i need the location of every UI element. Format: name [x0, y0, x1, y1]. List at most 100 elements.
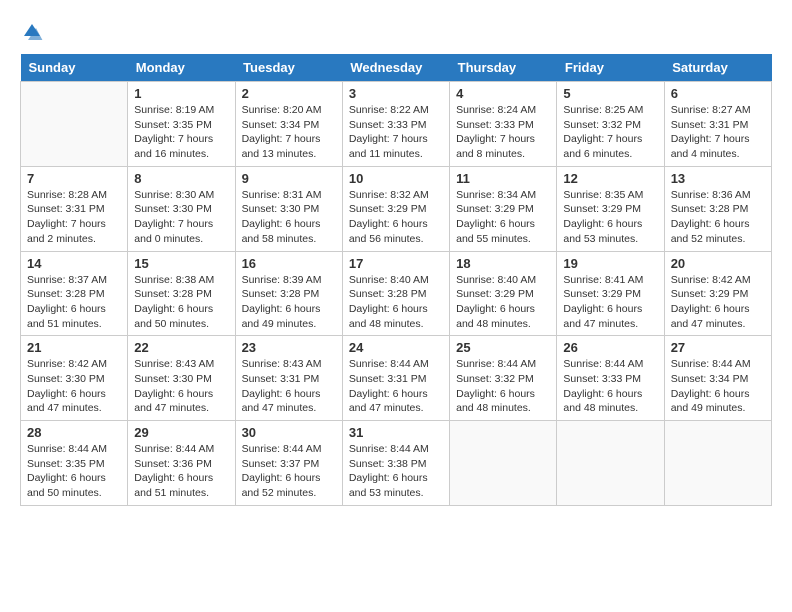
day-info: Sunrise: 8:32 AMSunset: 3:29 PMDaylight:… — [349, 188, 443, 247]
calendar-cell: 5 Sunrise: 8:25 AMSunset: 3:32 PMDaylight… — [557, 82, 664, 167]
calendar-header-friday: Friday — [557, 54, 664, 82]
day-number: 14 — [27, 256, 121, 271]
day-number: 4 — [456, 86, 550, 101]
calendar-header-sunday: Sunday — [21, 54, 128, 82]
calendar-cell: 4 Sunrise: 8:24 AMSunset: 3:33 PMDaylight… — [450, 82, 557, 167]
day-number: 26 — [563, 340, 657, 355]
day-info: Sunrise: 8:42 AMSunset: 3:29 PMDaylight:… — [671, 273, 765, 332]
calendar-cell: 30 Sunrise: 8:44 AMSunset: 3:37 PMDayligh… — [235, 421, 342, 506]
day-info: Sunrise: 8:44 AMSunset: 3:34 PMDaylight:… — [671, 357, 765, 416]
day-info: Sunrise: 8:19 AMSunset: 3:35 PMDaylight:… — [134, 103, 228, 162]
day-info: Sunrise: 8:40 AMSunset: 3:29 PMDaylight:… — [456, 273, 550, 332]
calendar-cell — [557, 421, 664, 506]
calendar-cell: 27 Sunrise: 8:44 AMSunset: 3:34 PMDayligh… — [664, 336, 771, 421]
day-info: Sunrise: 8:20 AMSunset: 3:34 PMDaylight:… — [242, 103, 336, 162]
day-number: 25 — [456, 340, 550, 355]
day-number: 9 — [242, 171, 336, 186]
calendar-week-row-4: 28 Sunrise: 8:44 AMSunset: 3:35 PMDayligh… — [21, 421, 772, 506]
day-number: 8 — [134, 171, 228, 186]
calendar-table: SundayMondayTuesdayWednesdayThursdayFrid… — [20, 54, 772, 506]
day-info: Sunrise: 8:25 AMSunset: 3:32 PMDaylight:… — [563, 103, 657, 162]
calendar-week-row-1: 7Sunrise: 8:28 AMSunset: 3:31 PMDaylight… — [21, 166, 772, 251]
calendar-cell: 13 Sunrise: 8:36 AMSunset: 3:28 PMDayligh… — [664, 166, 771, 251]
day-number: 22 — [134, 340, 228, 355]
day-info: Sunrise: 8:30 AMSunset: 3:30 PMDaylight:… — [134, 188, 228, 247]
calendar-cell: 31 Sunrise: 8:44 AMSunset: 3:38 PMDayligh… — [342, 421, 449, 506]
calendar-cell: 23 Sunrise: 8:43 AMSunset: 3:31 PMDayligh… — [235, 336, 342, 421]
calendar-header-tuesday: Tuesday — [235, 54, 342, 82]
calendar-cell: 15 Sunrise: 8:38 AMSunset: 3:28 PMDayligh… — [128, 251, 235, 336]
calendar-cell: 12 Sunrise: 8:35 AMSunset: 3:29 PMDayligh… — [557, 166, 664, 251]
day-number: 1 — [134, 86, 228, 101]
calendar-header-saturday: Saturday — [664, 54, 771, 82]
calendar-header-monday: Monday — [128, 54, 235, 82]
day-info: Sunrise: 8:44 AMSunset: 3:31 PMDaylight:… — [349, 357, 443, 416]
day-number: 31 — [349, 425, 443, 440]
day-info: Sunrise: 8:24 AMSunset: 3:33 PMDaylight:… — [456, 103, 550, 162]
day-number: 20 — [671, 256, 765, 271]
calendar-cell: 24 Sunrise: 8:44 AMSunset: 3:31 PMDayligh… — [342, 336, 449, 421]
calendar-cell: 29Sunrise: 8:44 AMSunset: 3:36 PMDayligh… — [128, 421, 235, 506]
day-number: 19 — [563, 256, 657, 271]
calendar-cell: 17 Sunrise: 8:40 AMSunset: 3:28 PMDayligh… — [342, 251, 449, 336]
calendar-cell: 7Sunrise: 8:28 AMSunset: 3:31 PMDaylight… — [21, 166, 128, 251]
calendar-cell — [664, 421, 771, 506]
day-info: Sunrise: 8:43 AMSunset: 3:30 PMDaylight:… — [134, 357, 228, 416]
day-info: Sunrise: 8:44 AMSunset: 3:38 PMDaylight:… — [349, 442, 443, 501]
calendar-cell: 2 Sunrise: 8:20 AMSunset: 3:34 PMDaylight… — [235, 82, 342, 167]
day-number: 15 — [134, 256, 228, 271]
day-info: Sunrise: 8:27 AMSunset: 3:31 PMDaylight:… — [671, 103, 765, 162]
day-number: 13 — [671, 171, 765, 186]
day-number: 27 — [671, 340, 765, 355]
day-number: 24 — [349, 340, 443, 355]
day-info: Sunrise: 8:44 AMSunset: 3:35 PMDaylight:… — [27, 442, 121, 501]
day-number: 17 — [349, 256, 443, 271]
calendar-cell: 16Sunrise: 8:39 AMSunset: 3:28 PMDayligh… — [235, 251, 342, 336]
day-number: 12 — [563, 171, 657, 186]
day-info: Sunrise: 8:44 AMSunset: 3:33 PMDaylight:… — [563, 357, 657, 416]
calendar-cell — [21, 82, 128, 167]
calendar-cell: 20 Sunrise: 8:42 AMSunset: 3:29 PMDayligh… — [664, 251, 771, 336]
day-number: 6 — [671, 86, 765, 101]
calendar-header-row: SundayMondayTuesdayWednesdayThursdayFrid… — [21, 54, 772, 82]
day-number: 28 — [27, 425, 121, 440]
day-number: 2 — [242, 86, 336, 101]
day-info: Sunrise: 8:22 AMSunset: 3:33 PMDaylight:… — [349, 103, 443, 162]
day-number: 7 — [27, 171, 121, 186]
calendar-cell: 3 Sunrise: 8:22 AMSunset: 3:33 PMDaylight… — [342, 82, 449, 167]
day-info: Sunrise: 8:44 AMSunset: 3:36 PMDaylight:… — [134, 442, 228, 501]
calendar-cell: 18Sunrise: 8:40 AMSunset: 3:29 PMDayligh… — [450, 251, 557, 336]
day-number: 30 — [242, 425, 336, 440]
day-number: 11 — [456, 171, 550, 186]
calendar-cell: 19 Sunrise: 8:41 AMSunset: 3:29 PMDayligh… — [557, 251, 664, 336]
calendar-cell: 25 Sunrise: 8:44 AMSunset: 3:32 PMDayligh… — [450, 336, 557, 421]
day-info: Sunrise: 8:35 AMSunset: 3:29 PMDaylight:… — [563, 188, 657, 247]
page-header — [20, 20, 772, 44]
calendar-week-row-2: 14 Sunrise: 8:37 AMSunset: 3:28 PMDayligh… — [21, 251, 772, 336]
calendar-cell: 1 Sunrise: 8:19 AMSunset: 3:35 PMDaylight… — [128, 82, 235, 167]
calendar-cell: 11Sunrise: 8:34 AMSunset: 3:29 PMDayligh… — [450, 166, 557, 251]
calendar-cell: 21Sunrise: 8:42 AMSunset: 3:30 PMDayligh… — [21, 336, 128, 421]
calendar-cell: 14 Sunrise: 8:37 AMSunset: 3:28 PMDayligh… — [21, 251, 128, 336]
day-info: Sunrise: 8:31 AMSunset: 3:30 PMDaylight:… — [242, 188, 336, 247]
calendar-week-row-0: 1 Sunrise: 8:19 AMSunset: 3:35 PMDaylight… — [21, 82, 772, 167]
day-info: Sunrise: 8:42 AMSunset: 3:30 PMDaylight:… — [27, 357, 121, 416]
calendar-week-row-3: 21Sunrise: 8:42 AMSunset: 3:30 PMDayligh… — [21, 336, 772, 421]
day-number: 5 — [563, 86, 657, 101]
day-info: Sunrise: 8:39 AMSunset: 3:28 PMDaylight:… — [242, 273, 336, 332]
day-info: Sunrise: 8:43 AMSunset: 3:31 PMDaylight:… — [242, 357, 336, 416]
logo — [20, 20, 48, 44]
calendar-cell: 22 Sunrise: 8:43 AMSunset: 3:30 PMDayligh… — [128, 336, 235, 421]
day-info: Sunrise: 8:37 AMSunset: 3:28 PMDaylight:… — [27, 273, 121, 332]
day-info: Sunrise: 8:38 AMSunset: 3:28 PMDaylight:… — [134, 273, 228, 332]
calendar-cell: 6 Sunrise: 8:27 AMSunset: 3:31 PMDaylight… — [664, 82, 771, 167]
day-number: 3 — [349, 86, 443, 101]
day-info: Sunrise: 8:44 AMSunset: 3:37 PMDaylight:… — [242, 442, 336, 501]
logo-icon — [20, 20, 44, 44]
day-info: Sunrise: 8:41 AMSunset: 3:29 PMDaylight:… — [563, 273, 657, 332]
day-info: Sunrise: 8:44 AMSunset: 3:32 PMDaylight:… — [456, 357, 550, 416]
day-info: Sunrise: 8:36 AMSunset: 3:28 PMDaylight:… — [671, 188, 765, 247]
calendar-cell: 9 Sunrise: 8:31 AMSunset: 3:30 PMDaylight… — [235, 166, 342, 251]
day-number: 23 — [242, 340, 336, 355]
day-info: Sunrise: 8:40 AMSunset: 3:28 PMDaylight:… — [349, 273, 443, 332]
